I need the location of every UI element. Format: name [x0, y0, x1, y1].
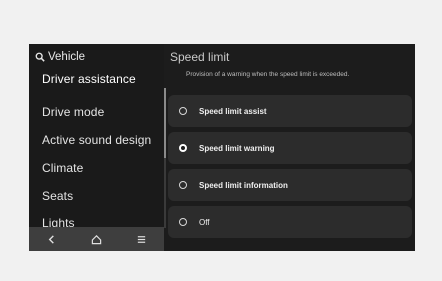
- radio-button-checked[interactable]: [179, 144, 187, 152]
- panel-title: Speed limit: [170, 50, 230, 64]
- menu-icon: [137, 235, 146, 243]
- home-icon: [91, 234, 102, 244]
- option-speed-limit-warning[interactable]: Speed limit warning: [168, 132, 412, 164]
- sidebar: Vehicle Driver assistance Drive mode Act…: [29, 44, 164, 251]
- option-off[interactable]: Off: [168, 206, 412, 238]
- infotainment-screen: Vehicle Driver assistance Drive mode Act…: [29, 44, 415, 251]
- option-speed-limit-assist[interactable]: Speed limit assist: [168, 95, 412, 127]
- sidebar-item-seats[interactable]: Seats: [42, 189, 73, 203]
- nav-back-button[interactable]: [40, 229, 64, 249]
- option-label: Off: [199, 217, 210, 227]
- back-to-vehicle[interactable]: Vehicle: [35, 50, 85, 64]
- sidebar-item-driver-assistance[interactable]: Driver assistance: [42, 72, 136, 86]
- option-speed-limit-information[interactable]: Speed limit information: [168, 169, 412, 201]
- option-label: Speed limit information: [199, 180, 288, 190]
- panel-description: Provision of a warning when the speed li…: [186, 71, 350, 78]
- back-label: Vehicle: [48, 51, 86, 63]
- sidebar-item-active-sound-design[interactable]: Active sound design: [42, 133, 151, 147]
- back-icon: [48, 234, 54, 244]
- sidebar-item-climate[interactable]: Climate: [42, 161, 83, 175]
- nav-menu-button[interactable]: [130, 229, 154, 249]
- radio-button[interactable]: [179, 218, 187, 226]
- bottom-nav-bar: [29, 227, 164, 251]
- radio-button[interactable]: [179, 181, 187, 189]
- search-icon: [35, 52, 45, 62]
- sidebar-scrollbar-thumb[interactable]: [164, 88, 166, 158]
- radio-button[interactable]: [179, 107, 187, 115]
- option-label: Speed limit assist: [199, 106, 267, 116]
- sidebar-item-drive-mode[interactable]: Drive mode: [42, 105, 104, 119]
- option-label: Speed limit warning: [199, 143, 275, 153]
- nav-home-button[interactable]: [85, 229, 109, 249]
